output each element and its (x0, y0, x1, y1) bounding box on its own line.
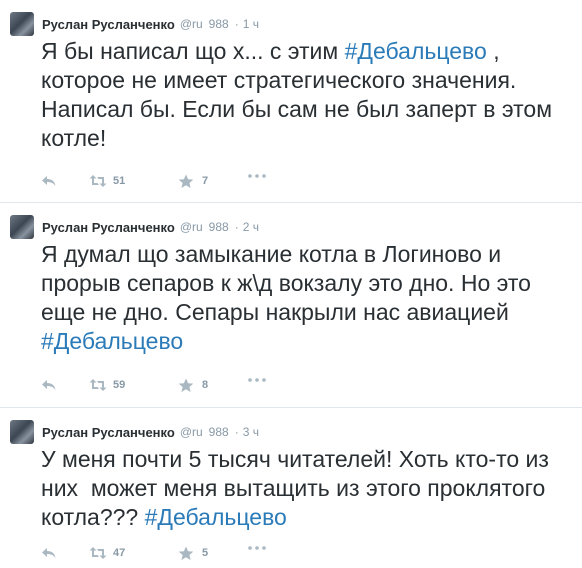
tweet-text: У меня почти 5 тысяч читателей! Хоть кто… (41, 445, 570, 532)
tweet[interactable]: Руслан Русланченко @ru 988 · 3 ч У меня … (0, 408, 582, 568)
tweet-header: Руслан Русланченко @ru 988 · 2 ч (10, 215, 572, 239)
favorite-button[interactable]: 7 (178, 174, 248, 188)
tweet-actions: 47 5 (41, 543, 570, 563)
tweet-timestamp[interactable]: 1 ч (243, 17, 259, 31)
favorite-button[interactable]: 8 (178, 378, 248, 392)
author-extra: 988 (208, 425, 229, 439)
tweet-actions: 51 7 (41, 171, 570, 191)
tweet-text-segment: Я бы написал що х... с этим (41, 38, 345, 64)
hashtag-link[interactable]: #Дебальцево (41, 328, 183, 354)
more-button[interactable] (248, 546, 278, 560)
author-fullname[interactable]: Руслан Русланченко (42, 220, 175, 235)
star-icon (178, 546, 196, 560)
author-username[interactable]: @ru (180, 17, 203, 31)
reply-icon (41, 546, 59, 560)
retweet-button[interactable]: 59 (89, 378, 178, 392)
favorite-button[interactable]: 5 (178, 546, 248, 560)
tweet-text-segment: Я думал що замыкание котла в Логиново и … (41, 241, 538, 325)
hashtag-link[interactable]: #Дебальцево (345, 38, 487, 64)
retweet-icon (89, 546, 107, 560)
separator-dot: · (234, 425, 239, 439)
hashtag-link[interactable]: #Дебальцево (145, 504, 287, 530)
avatar[interactable] (10, 420, 34, 444)
retweet-count: 47 (113, 547, 126, 559)
author-extra: 988 (208, 220, 229, 234)
more-icon (248, 378, 266, 392)
author-fullname[interactable]: Руслан Русланченко (42, 17, 175, 32)
more-icon (248, 546, 266, 560)
separator-dot: · (234, 220, 239, 234)
tweet-text: Я думал що замыкание котла в Логиново и … (41, 240, 570, 356)
reply-icon (41, 174, 59, 188)
reply-button[interactable] (41, 378, 89, 392)
retweet-button[interactable]: 47 (89, 546, 178, 560)
retweet-button[interactable]: 51 (89, 174, 178, 188)
reply-button[interactable] (41, 546, 89, 560)
favorite-count: 7 (202, 175, 209, 187)
retweet-count: 59 (113, 379, 126, 391)
tweet-actions: 59 8 (41, 375, 570, 395)
retweet-icon (89, 174, 107, 188)
timeline: Руслан Русланченко @ru 988 · 1 ч Я бы на… (0, 0, 582, 568)
more-button[interactable] (248, 378, 278, 392)
reply-icon (41, 378, 59, 392)
tweet-header: Руслан Русланченко @ru 988 · 1 ч (10, 12, 572, 36)
tweet-timestamp[interactable]: 2 ч (243, 220, 259, 234)
author-username[interactable]: @ru (180, 425, 203, 439)
star-icon (178, 378, 196, 392)
tweet[interactable]: Руслан Русланченко @ru 988 · 1 ч Я бы на… (0, 0, 582, 203)
reply-button[interactable] (41, 174, 89, 188)
tweet-timestamp[interactable]: 3 ч (243, 425, 259, 439)
author-username[interactable]: @ru (180, 220, 203, 234)
more-button[interactable] (248, 174, 278, 188)
avatar[interactable] (10, 215, 34, 239)
retweet-count: 51 (113, 175, 126, 187)
favorite-count: 8 (202, 379, 209, 391)
tweet-text: Я бы написал що х... с этим #Дебальцево … (41, 37, 570, 153)
favorite-count: 5 (202, 547, 209, 559)
star-icon (178, 174, 196, 188)
retweet-icon (89, 378, 107, 392)
avatar[interactable] (10, 12, 34, 36)
author-fullname[interactable]: Руслан Русланченко (42, 425, 175, 440)
more-icon (248, 174, 266, 188)
tweet[interactable]: Руслан Русланченко @ru 988 · 2 ч Я думал… (0, 203, 582, 408)
author-extra: 988 (208, 17, 229, 31)
tweet-text-segment: У меня почти 5 тысяч читателей! Хоть кто… (41, 446, 556, 530)
tweet-header: Руслан Русланченко @ru 988 · 3 ч (10, 420, 572, 444)
separator-dot: · (234, 17, 239, 31)
